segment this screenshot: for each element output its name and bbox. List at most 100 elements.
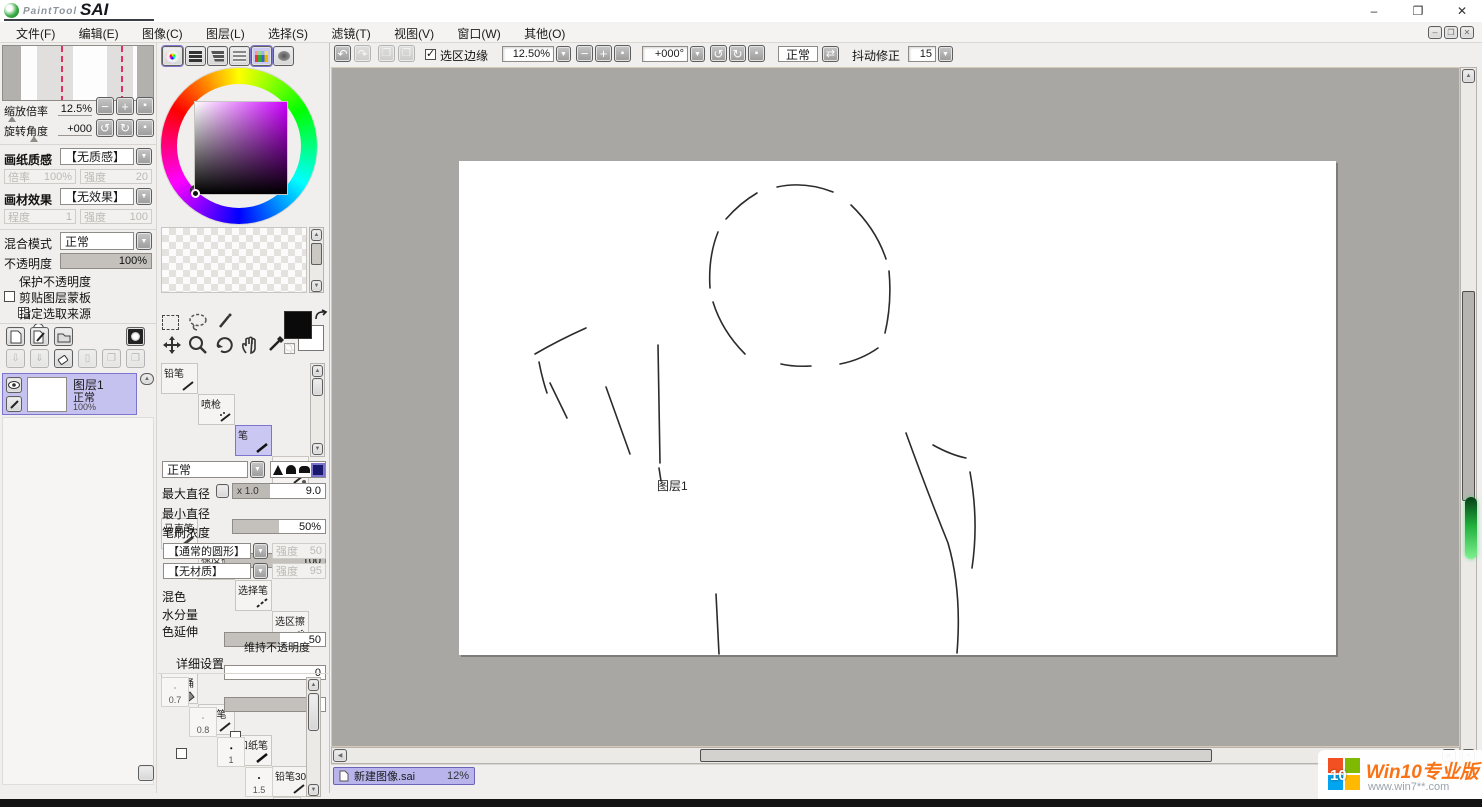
tool-pen[interactable]: 笔 [235,425,272,456]
size-0.8[interactable]: 0.8 [189,707,217,737]
nav-zoom-value[interactable]: 12.5% [58,103,92,116]
hsv-slider-tab[interactable] [207,46,228,66]
foreground-color-swatch[interactable] [284,311,312,339]
hand-tool[interactable] [240,335,260,355]
layer-mask-button[interactable] [126,327,145,346]
protect-opacity-checkbox[interactable] [4,291,15,302]
color-wheel-tab[interactable] [162,46,183,66]
menu-window[interactable]: 窗口(W) [447,22,510,45]
zoom-tool[interactable] [188,335,208,355]
transfer-down-button[interactable]: ⇩ [6,349,25,368]
edge-shape-flat-icon[interactable] [299,466,310,473]
saturation-value-square[interactable] [194,101,288,195]
window-minimize-button[interactable]: – [1354,0,1394,22]
paper-texture-dropdown-button[interactable]: ▼ [136,148,152,165]
nav-rotate-ccw-button[interactable]: ↺ [96,119,114,137]
tool-scroll-up[interactable]: ▲ [312,365,323,377]
edge-shape-square-icon[interactable] [313,465,323,475]
layer-extra2-button[interactable]: ❐ [126,349,145,368]
magic-wand-tool[interactable] [216,312,234,330]
swatches-scrollbar[interactable]: ▲ ▼ [309,227,324,293]
layer-list-item[interactable]: 图层1 正常 100% [2,373,137,415]
brush-blend-dropdown-button[interactable]: ▼ [250,461,265,478]
mdi-close-button[interactable]: ✕ [1460,26,1474,39]
angle-value-field[interactable]: +000° [642,46,688,62]
swatches-scroll-up[interactable]: ▲ [311,229,322,241]
mode-swap-button[interactable]: ⇄ [822,46,839,62]
paper-effect-select[interactable]: 【无效果】 [60,188,134,205]
tool-select-pen[interactable]: 选择笔 [235,580,272,611]
new-linework-layer-button[interactable] [30,327,49,346]
swatches-tab[interactable] [251,46,272,66]
canvas[interactable]: 图层1 [459,161,1336,655]
canvas-viewport[interactable]: 图层1 [331,67,1460,747]
tool-airbrush[interactable]: 喷枪 [198,394,235,425]
size-1[interactable]: 1 [217,737,245,767]
selection-edge-checkbox[interactable] [425,49,436,60]
window-restore-button[interactable]: ❐ [1398,0,1438,22]
layer-extra1-button[interactable]: ❐ [102,349,121,368]
new-layer-button[interactable] [6,327,25,346]
canvas-hscrollbar[interactable]: ◀ ▶ [331,747,1460,764]
angle-dropdown-button[interactable]: ▼ [690,46,705,62]
menu-filter[interactable]: 滤镜(T) [321,22,380,45]
merge-down-button[interactable]: ⇓ [30,349,49,368]
tool-pencil[interactable]: 铅笔 [161,363,198,394]
brush-blend-select[interactable]: 正常 [162,461,248,478]
brush-shape-dropdown-button[interactable]: ▼ [253,543,268,559]
blend-mode-select[interactable]: 正常 [60,232,134,250]
mdi-minimize-button[interactable]: – [1428,26,1442,39]
marquee-tool[interactable] [162,315,179,330]
delete-layer-button[interactable]: ▯ [78,349,97,368]
undo-button[interactable]: ↶ [334,45,351,62]
brush-texture-dropdown-button[interactable]: ▼ [253,563,268,579]
stabilizer-value-field[interactable]: 15 [908,46,936,62]
layer-list-scroll-up[interactable]: ▲ [140,373,154,385]
swatches-grid[interactable] [161,227,307,293]
menu-edit[interactable]: 编辑(E) [69,22,129,45]
swap-colors-icon[interactable] [314,309,328,323]
size-scroll-up[interactable]: ▲ [308,679,319,691]
paste-button[interactable]: ❐ [398,45,415,62]
rotate-ccw-button[interactable]: ↺ [710,45,727,62]
hscroll-thumb[interactable] [700,749,1212,762]
lasso-tool[interactable] [188,313,208,331]
size-scroll-down[interactable]: ▼ [308,784,319,796]
swatches-scroll-thumb[interactable] [311,243,322,265]
eyedropper-tool[interactable] [266,334,286,354]
nav-rotate-reset-button[interactable]: ▪ [136,119,154,137]
tool-scroll-down[interactable]: ▼ [312,443,323,455]
paper-effect-dropdown-button[interactable]: ▼ [136,188,152,205]
size-0.7[interactable]: 0.7 [161,677,189,707]
window-close-button[interactable]: ✕ [1442,0,1482,22]
blend-mode-dropdown-button[interactable]: ▼ [136,232,152,250]
rgb-slider-tab[interactable] [185,46,206,66]
transparent-color-swatch[interactable] [284,343,295,354]
rotate-cw-button[interactable]: ↻ [729,45,746,62]
size-1.5[interactable]: 1.5 [245,767,273,797]
zoom-in-button[interactable]: + [595,45,612,62]
stabilizer-dropdown-button[interactable]: ▼ [938,46,953,62]
mdi-restore-button[interactable]: ❐ [1444,26,1458,39]
redo-button[interactable]: ↷ [354,45,371,62]
paper-texture-select[interactable]: 【无质感】 [60,148,134,165]
new-folder-button[interactable] [54,327,73,346]
zoom-out-button[interactable]: − [576,45,593,62]
menu-others[interactable]: 其他(O) [514,22,575,45]
layer-panel-corner-button[interactable] [138,765,154,781]
mixed-slider-tab[interactable] [229,46,250,66]
rotate-view-tool[interactable] [214,335,234,355]
menu-layer[interactable]: 图层(L) [196,22,255,45]
menu-image[interactable]: 图像(C) [132,22,193,45]
scratchpad-tab[interactable] [273,46,294,66]
swatches-scroll-down[interactable]: ▼ [311,280,322,292]
opacity-slider[interactable]: 100% [60,253,152,269]
diameter-unit-button[interactable] [216,484,229,498]
edge-shape-round-icon[interactable] [286,465,296,474]
clear-layer-button[interactable] [54,349,73,368]
document-tab[interactable]: 新建图像.sai 12% [333,767,475,785]
move-tool[interactable] [162,335,182,355]
copy-button[interactable]: ❐ [378,45,395,62]
size-scroll-thumb[interactable] [308,693,319,731]
size-grid-scrollbar[interactable]: ▲ ▼ [306,677,321,797]
